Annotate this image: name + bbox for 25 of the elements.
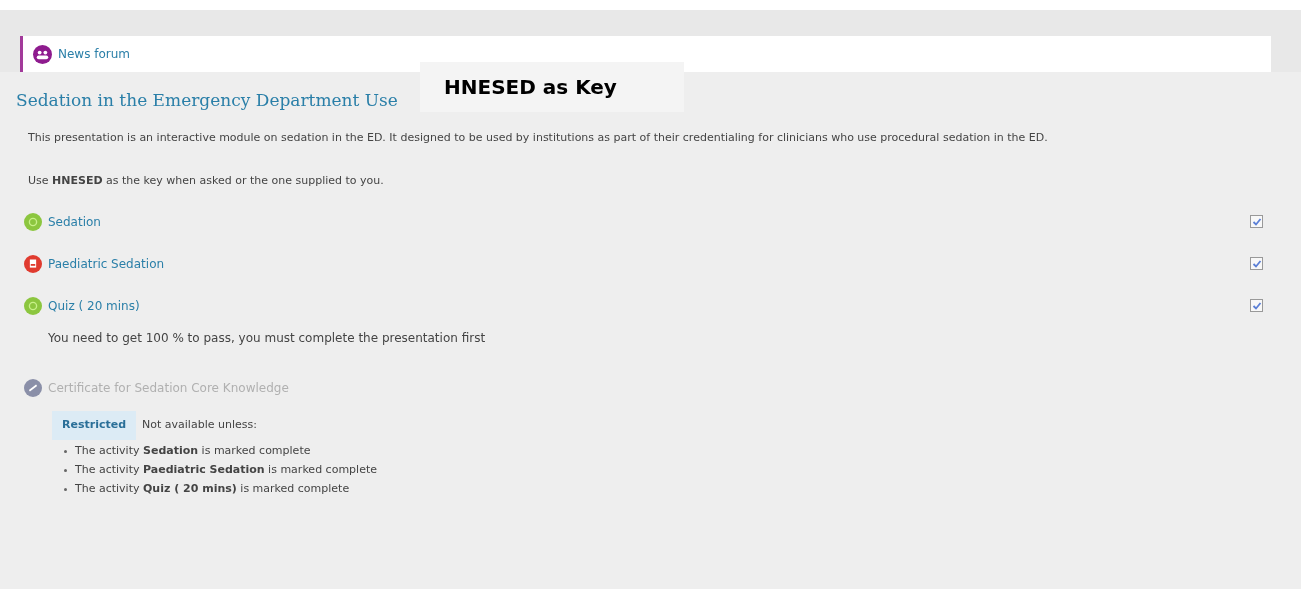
activity-description: You need to get 100 % to pass, you must complete the presentation first <box>48 330 487 347</box>
section-title: Sedation in the Emergency Department Use <box>16 89 398 113</box>
restricted-badge: Restricted <box>52 411 137 440</box>
forum-icon <box>33 44 52 64</box>
activity-link[interactable]: Quiz ( 20 mins) <box>48 296 140 315</box>
restriction-condition: The activity Paediatric Sedation is marked complete <box>75 461 377 478</box>
key-note: HNESED as Key <box>420 62 684 112</box>
bullet-icon <box>64 449 67 453</box>
restriction-condition: The activity Sedation is marked complete <box>75 442 311 459</box>
bullet-icon <box>64 468 67 472</box>
completion-checkbox[interactable] <box>1250 215 1263 228</box>
pdf-icon <box>24 254 42 273</box>
restriction-intro: Not available unless: <box>142 417 257 433</box>
activity-link[interactable]: Sedation <box>48 212 101 231</box>
restriction-condition: The activity Quiz ( 20 mins) is marked complete <box>75 480 350 497</box>
package-icon <box>24 212 42 231</box>
activity-link[interactable]: Paediatric Sedation <box>48 254 165 273</box>
completion-checkbox[interactable] <box>1250 299 1263 312</box>
key-instruction: Use HNESED as the key when asked or the one supplied to you. <box>28 172 385 189</box>
package-icon <box>24 296 42 315</box>
bullet-icon <box>64 487 67 491</box>
completion-checkbox[interactable] <box>1250 257 1263 270</box>
section-summary: This presentation is an interactive module on sedation in the ED. It designed to be used by institutions as part of their credentialing for clinicians who use procedural sedation in the ED. <box>28 130 1049 146</box>
forum-link[interactable]: News forum <box>58 45 131 63</box>
certificate-icon <box>24 378 42 397</box>
